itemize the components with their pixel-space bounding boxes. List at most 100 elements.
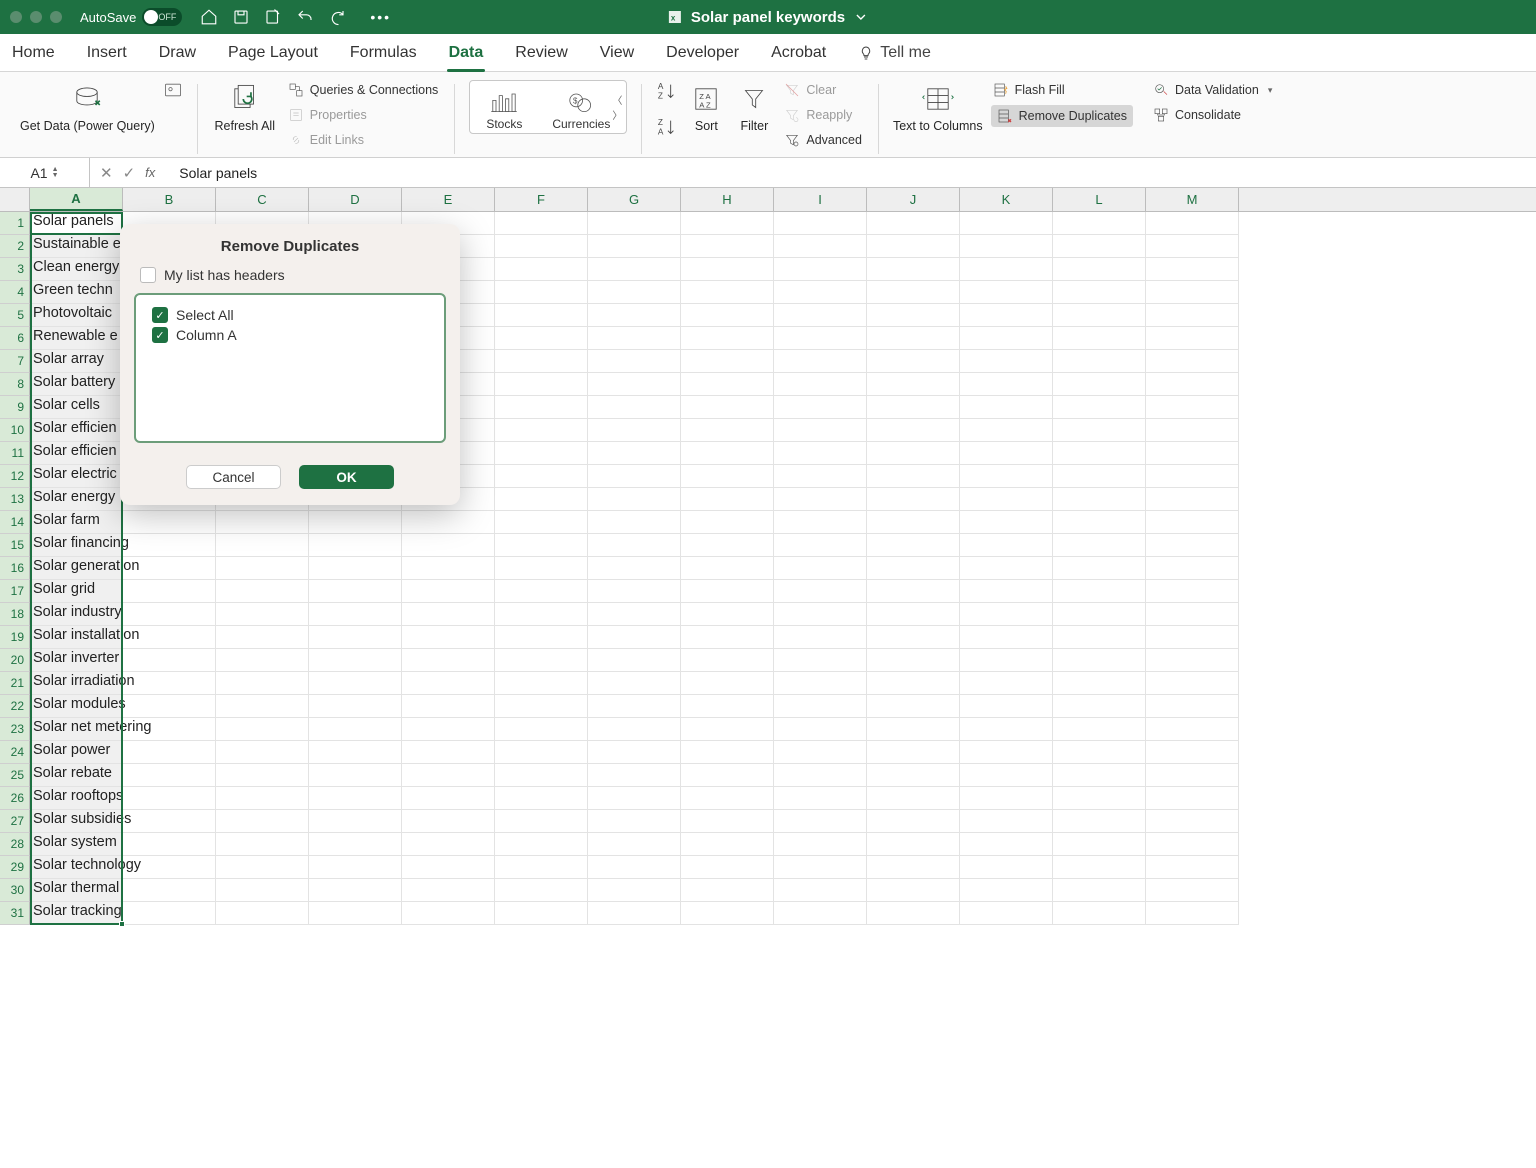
cell[interactable] (495, 258, 588, 281)
tab-home[interactable]: Home (10, 36, 57, 71)
col-header-k[interactable]: K (960, 188, 1053, 211)
col-header-f[interactable]: F (495, 188, 588, 211)
cell[interactable] (1146, 465, 1239, 488)
sort-desc-icon[interactable]: ZA (656, 116, 678, 138)
tab-data[interactable]: Data (447, 36, 486, 71)
cell[interactable] (1053, 442, 1146, 465)
cell[interactable]: Solar array (30, 350, 123, 373)
cell[interactable] (402, 879, 495, 902)
cell[interactable] (960, 764, 1053, 787)
row-header[interactable]: 30 (0, 879, 30, 902)
cell[interactable]: Solar technology (30, 856, 123, 879)
edit-links-button[interactable]: Edit Links (286, 130, 441, 150)
cell[interactable] (216, 580, 309, 603)
cell[interactable] (495, 833, 588, 856)
cell[interactable] (1146, 580, 1239, 603)
autosave[interactable]: AutoSave OFF (80, 8, 182, 26)
cell[interactable] (309, 902, 402, 925)
row-header[interactable]: 7 (0, 350, 30, 373)
cell[interactable]: Renewable e (30, 327, 123, 350)
close-dot[interactable] (10, 11, 22, 23)
tab-developer[interactable]: Developer (664, 36, 741, 71)
row-header[interactable]: 27 (0, 810, 30, 833)
cell[interactable] (1053, 580, 1146, 603)
row-header[interactable]: 9 (0, 396, 30, 419)
cell[interactable] (960, 603, 1053, 626)
cell[interactable] (495, 465, 588, 488)
cell[interactable] (588, 580, 681, 603)
cell[interactable] (867, 672, 960, 695)
cell[interactable] (681, 626, 774, 649)
cell[interactable] (960, 373, 1053, 396)
tab-review[interactable]: Review (513, 36, 569, 71)
col-header-d[interactable]: D (309, 188, 402, 211)
data-types-gallery[interactable]: Stocks $ Currencies 〈〉 (469, 80, 627, 134)
cell[interactable] (402, 764, 495, 787)
properties-button[interactable]: Properties (286, 105, 441, 125)
refresh-all-button[interactable]: Refresh All (212, 80, 278, 133)
row-header[interactable]: 14 (0, 511, 30, 534)
cell[interactable] (1146, 718, 1239, 741)
cell[interactable] (774, 327, 867, 350)
cell[interactable] (1053, 281, 1146, 304)
fx-label[interactable]: fx (145, 165, 155, 180)
save-as-icon[interactable] (264, 8, 282, 26)
cell[interactable] (960, 258, 1053, 281)
cell[interactable] (774, 856, 867, 879)
advanced-filter-button[interactable]: Advanced (782, 130, 864, 150)
cell[interactable] (402, 557, 495, 580)
cell[interactable] (1146, 649, 1239, 672)
cell[interactable] (309, 741, 402, 764)
cell[interactable] (495, 534, 588, 557)
cell[interactable] (588, 695, 681, 718)
cell[interactable] (774, 787, 867, 810)
cell[interactable] (867, 557, 960, 580)
cell[interactable]: Solar inverter (30, 649, 123, 672)
cell[interactable] (495, 718, 588, 741)
row-header[interactable]: 1 (0, 212, 30, 235)
row-header[interactable]: 29 (0, 856, 30, 879)
cell[interactable] (216, 649, 309, 672)
cell[interactable]: Solar system (30, 833, 123, 856)
cell[interactable] (1146, 626, 1239, 649)
row-header[interactable]: 17 (0, 580, 30, 603)
select-all-corner[interactable] (0, 188, 30, 211)
cell[interactable] (960, 626, 1053, 649)
cell[interactable] (1053, 419, 1146, 442)
cell[interactable] (774, 350, 867, 373)
cell[interactable] (588, 672, 681, 695)
cell[interactable] (495, 488, 588, 511)
name-box[interactable]: A1 ▲▼ (0, 158, 90, 187)
cell[interactable] (216, 833, 309, 856)
cell[interactable] (774, 695, 867, 718)
cell[interactable]: Solar farm (30, 511, 123, 534)
headers-checkbox-row[interactable]: My list has headers (140, 267, 446, 283)
cell[interactable] (495, 810, 588, 833)
cell[interactable] (960, 902, 1053, 925)
cell[interactable] (1053, 856, 1146, 879)
cell[interactable] (681, 488, 774, 511)
cell[interactable] (1146, 419, 1239, 442)
cell[interactable] (588, 511, 681, 534)
cell[interactable] (309, 810, 402, 833)
minimize-dot[interactable] (30, 11, 42, 23)
cell[interactable] (774, 373, 867, 396)
cell[interactable] (774, 649, 867, 672)
row-header[interactable]: 11 (0, 442, 30, 465)
cell[interactable] (123, 764, 216, 787)
save-icon[interactable] (232, 8, 250, 26)
cell[interactable] (588, 350, 681, 373)
cell[interactable] (1146, 511, 1239, 534)
cell[interactable] (774, 511, 867, 534)
cell[interactable] (960, 718, 1053, 741)
cell[interactable] (1146, 304, 1239, 327)
cell[interactable] (681, 258, 774, 281)
cell[interactable] (867, 327, 960, 350)
cell[interactable] (774, 534, 867, 557)
cell[interactable] (123, 580, 216, 603)
cell[interactable] (309, 534, 402, 557)
column-a-row[interactable]: ✓Column A (152, 327, 428, 343)
row-header[interactable]: 3 (0, 258, 30, 281)
cell[interactable] (123, 649, 216, 672)
cell[interactable] (681, 833, 774, 856)
